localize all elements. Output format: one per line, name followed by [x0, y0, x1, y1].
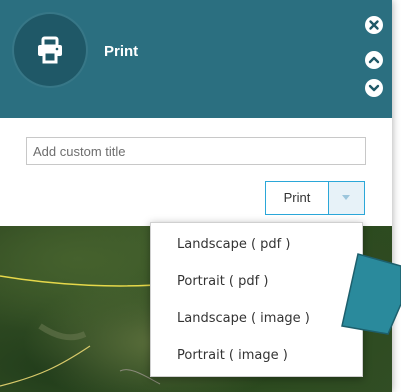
callout-arrow — [341, 253, 401, 335]
